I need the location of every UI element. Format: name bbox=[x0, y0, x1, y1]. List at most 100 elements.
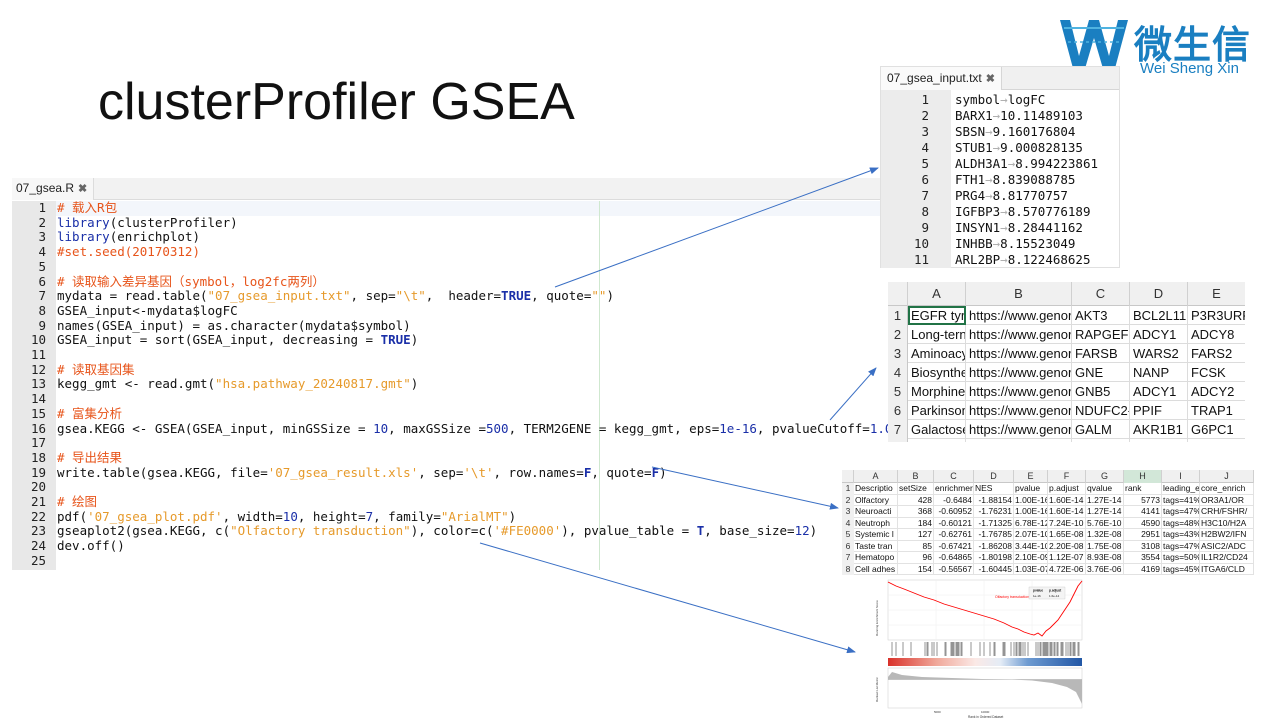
table-cell[interactable]: tags=47%, bbox=[1162, 506, 1200, 518]
txt-row[interactable]: 2 BARX1→10.11489103 bbox=[881, 108, 1119, 124]
column-header[interactable]: G bbox=[1086, 470, 1124, 483]
table-cell[interactable]: https://www.genor bbox=[966, 306, 1072, 325]
table-cell[interactable]: NANP bbox=[1130, 363, 1188, 382]
table-cell[interactable]: AKT3 bbox=[1072, 306, 1130, 325]
table-cell[interactable]: https://www.genor bbox=[966, 439, 1072, 442]
code-line[interactable]: 12 # 读取基因集 bbox=[12, 362, 880, 378]
code-line[interactable]: 25 bbox=[12, 553, 880, 569]
table-cell[interactable]: ADCY1 bbox=[1130, 382, 1188, 401]
table-cell[interactable]: pvalue bbox=[1014, 483, 1048, 495]
table-cell[interactable]: GALM bbox=[1072, 420, 1130, 439]
column-header[interactable]: A bbox=[854, 470, 898, 483]
row-header[interactable]: 8 bbox=[888, 439, 908, 442]
table-cell[interactable]: 2.20E-08 bbox=[1048, 540, 1086, 552]
table-cell[interactable]: 1.27E-14 bbox=[1086, 494, 1124, 506]
table-cell[interactable]: WARS2 bbox=[1130, 344, 1188, 363]
table-cell[interactable]: https://www.genor bbox=[966, 325, 1072, 344]
table-cell[interactable]: 154 bbox=[898, 563, 934, 575]
table-cell[interactable]: Systemic l bbox=[854, 529, 898, 541]
row-header[interactable]: 8 bbox=[842, 563, 854, 575]
code-line[interactable]: 8 GSEA_input<-mydata$logFC bbox=[12, 303, 880, 319]
table-cell[interactable]: Olfactory bbox=[854, 494, 898, 506]
row-header[interactable]: 5 bbox=[888, 382, 908, 401]
table-cell[interactable]: H2BW2/IFN bbox=[1200, 529, 1254, 541]
code-line[interactable]: 16 gsea.KEGG <- GSEA(GSEA_input, minGSSiz… bbox=[12, 421, 900, 437]
row-header[interactable]: 6 bbox=[842, 540, 854, 552]
table-cell[interactable]: 2.10E-09 bbox=[1014, 552, 1048, 564]
txt-row[interactable]: 5 ALDH3A1→8.994223861 bbox=[881, 156, 1119, 172]
table-cell[interactable]: qvalue bbox=[1086, 483, 1124, 495]
table-cell[interactable]: 85 bbox=[898, 540, 934, 552]
code-line[interactable]: 4 #set.seed(20170312) bbox=[12, 244, 880, 260]
table-cell[interactable]: setSize bbox=[898, 483, 934, 495]
selected-cell[interactable]: EGFR tyro bbox=[908, 306, 966, 325]
row-header[interactable]: 3 bbox=[842, 506, 854, 518]
table-cell[interactable]: ADCY1 bbox=[1130, 325, 1188, 344]
close-icon[interactable]: ✖ bbox=[986, 73, 995, 85]
table-cell[interactable]: 4.72E-06 bbox=[1048, 563, 1086, 575]
table-cell[interactable]: ASIC2/ADC bbox=[1200, 540, 1254, 552]
table-cell[interactable]: Aminoacy bbox=[908, 344, 966, 363]
column-header[interactable]: C bbox=[934, 470, 974, 483]
txt-row[interactable]: 4 STUB1→9.000828135 bbox=[881, 140, 1119, 156]
table-cell[interactable]: 1.00E-16 bbox=[1014, 506, 1048, 518]
txt-row[interactable]: 8 IGFBP3→8.570776189 bbox=[881, 204, 1119, 220]
code-line[interactable]: 18 # 导出结果 bbox=[12, 450, 880, 466]
code-line[interactable]: 6 # 读取输入差异基因（symbol，log2fc两列） bbox=[12, 274, 880, 290]
table-cell[interactable]: 184 bbox=[898, 517, 934, 529]
code-line[interactable]: 5 bbox=[12, 259, 880, 275]
table-cell[interactable]: 1.03E-07 bbox=[1014, 563, 1048, 575]
code-line[interactable]: 21 # 绘图 bbox=[12, 494, 880, 510]
table-cell[interactable]: Cell adhes bbox=[854, 563, 898, 575]
txt-row[interactable]: 1 symbol→logFC bbox=[881, 92, 1119, 108]
table-cell[interactable]: Neutroph bbox=[854, 517, 898, 529]
table-cell[interactable]: 1.00E-16 bbox=[1014, 494, 1048, 506]
table-cell[interactable]: -0.67421 bbox=[934, 540, 974, 552]
close-icon[interactable]: ✖ bbox=[78, 183, 87, 195]
table-cell[interactable]: -1.80198 bbox=[974, 552, 1014, 564]
row-header[interactable]: 7 bbox=[842, 552, 854, 564]
table-cell[interactable]: AKT3 bbox=[1072, 439, 1130, 442]
code-line[interactable]: 19 write.table(gsea.KEGG, file='07_gsea_r… bbox=[12, 465, 880, 481]
table-cell[interactable]: https://www.genor bbox=[966, 382, 1072, 401]
table-cell[interactable]: 1.60E-14 bbox=[1048, 506, 1086, 518]
table-cell[interactable]: NDUFC2- bbox=[1072, 401, 1130, 420]
code-line[interactable]: 14 bbox=[12, 391, 880, 407]
table-cell[interactable]: -0.60121 bbox=[934, 517, 974, 529]
corner-cell[interactable] bbox=[842, 470, 854, 483]
column-header[interactable]: F bbox=[1048, 470, 1086, 483]
column-header[interactable]: E bbox=[1014, 470, 1048, 483]
txt-row[interactable]: 6 FTH1→8.839088785 bbox=[881, 172, 1119, 188]
row-header[interactable]: 2 bbox=[888, 325, 908, 344]
row-header[interactable]: 1 bbox=[888, 306, 908, 325]
code-line[interactable]: 10 GSEA_input = sort(GSEA_input, decreasi… bbox=[12, 332, 880, 348]
txt-row[interactable]: 7 PRG4→8.81770757 bbox=[881, 188, 1119, 204]
row-header[interactable]: 5 bbox=[842, 529, 854, 541]
table-cell[interactable]: AKR1B1 bbox=[1130, 420, 1188, 439]
txt-row[interactable]: 9 INSYN1→8.28441162 bbox=[881, 220, 1119, 236]
table-cell[interactable]: Yersinia in bbox=[908, 439, 966, 442]
code-line[interactable]: 7 mydata = read.table("07_gsea_input.txt"… bbox=[12, 288, 880, 304]
row-header[interactable]: 1 bbox=[842, 483, 854, 495]
table-cell[interactable]: 1.65E-08 bbox=[1048, 529, 1086, 541]
table-cell[interactable]: -1.60445 bbox=[974, 563, 1014, 575]
table-cell[interactable]: FARSB bbox=[1072, 344, 1130, 363]
code-line[interactable]: 1 # 载入R包 bbox=[12, 200, 880, 216]
table-cell[interactable]: Galactose bbox=[908, 420, 966, 439]
column-header[interactable]: A bbox=[908, 282, 966, 306]
table-cell[interactable]: https://www.genor bbox=[966, 344, 1072, 363]
table-cell[interactable]: Hematopo bbox=[854, 552, 898, 564]
txt-row[interactable]: 3 SBSN→9.160176804 bbox=[881, 124, 1119, 140]
table-cell[interactable]: 4590 bbox=[1124, 517, 1162, 529]
table-cell[interactable]: Morphine bbox=[908, 382, 966, 401]
editor-tab[interactable]: 07_gsea.R ✖ bbox=[12, 178, 95, 200]
column-header[interactable]: J bbox=[1200, 470, 1254, 483]
column-header[interactable]: E bbox=[1188, 282, 1245, 306]
table-cell[interactable]: Neuroacti bbox=[854, 506, 898, 518]
table-cell[interactable]: TRAP1 bbox=[1188, 401, 1245, 420]
code-line[interactable]: 22 pdf('07_gsea_plot.pdf', width=10, heig… bbox=[12, 509, 880, 525]
table-cell[interactable]: 4141 bbox=[1124, 506, 1162, 518]
table-cell[interactable]: 428 bbox=[898, 494, 934, 506]
row-header[interactable]: 4 bbox=[842, 517, 854, 529]
table-cell[interactable]: 1.60E-14 bbox=[1048, 494, 1086, 506]
